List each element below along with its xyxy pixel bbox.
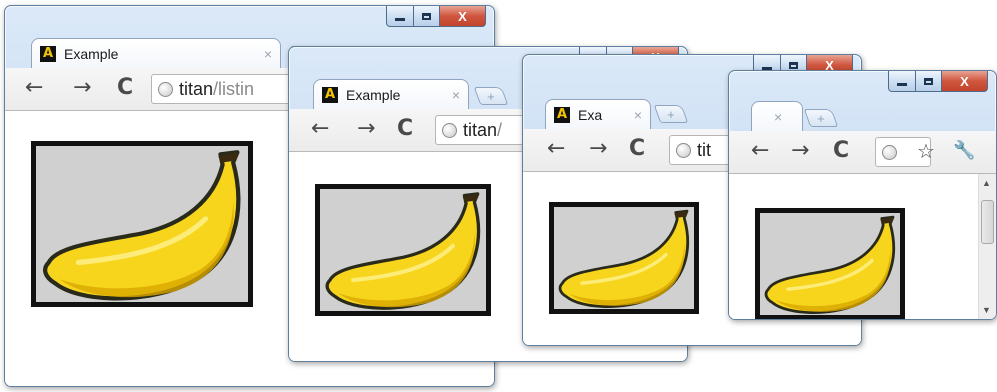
url-host: tit [697,139,712,160]
tab-example[interactable]: A Exa × [545,99,651,129]
tab-untitled[interactable]: × [751,101,803,131]
maximize-button[interactable] [414,6,440,27]
banana-image [315,184,491,316]
maximize-icon [422,12,431,20]
new-tab-button[interactable]: + [473,87,509,105]
url-host: titan [463,119,498,140]
browser-window-4: X × + ← → C ☆ 🔧 ▲ ▼ [728,70,997,320]
new-tab-button[interactable]: + [803,109,839,127]
reload-icon[interactable]: C [117,76,133,100]
minimize-icon [897,82,907,86]
toolbar: ← → C ☆ 🔧 [729,131,996,174]
vertical-scrollbar[interactable]: ▲ ▼ [978,174,996,319]
tab-title: Example [346,86,401,103]
reload-icon[interactable]: C [397,117,413,141]
url-host: titan [179,78,214,99]
globe-icon [882,144,897,160]
scroll-down-icon[interactable]: ▼ [982,305,991,315]
banana-icon [320,189,486,311]
site-favicon-icon: A [322,86,338,103]
url-path: /listin [213,78,255,99]
maximize-icon [924,77,933,85]
scroll-up-icon[interactable]: ▲ [982,178,991,188]
banana-icon [554,207,694,309]
banana-icon [760,213,900,315]
reload-icon[interactable]: C [833,139,849,163]
globe-icon [442,122,457,138]
back-icon[interactable]: ← [311,117,329,141]
banana-icon [36,146,248,302]
new-tab-button[interactable]: + [653,105,689,123]
scrollbar-thumb[interactable] [981,200,994,244]
back-icon[interactable]: ← [751,139,769,163]
tab-close-icon[interactable]: × [264,46,272,62]
forward-icon[interactable]: → [589,137,607,161]
reload-icon[interactable]: C [629,137,645,161]
close-button[interactable]: X [440,6,486,27]
minimize-button[interactable] [386,6,414,27]
maximize-icon [789,61,798,69]
tab-title: Example [64,45,119,62]
banana-image [31,141,253,307]
forward-icon[interactable]: → [73,76,91,100]
wrench-icon[interactable]: 🔧 [953,139,975,163]
minimize-icon [395,17,405,21]
forward-icon[interactable]: → [357,117,375,141]
banana-image [549,202,699,314]
page-content: ▲ ▼ [729,174,996,319]
star-icon[interactable]: ☆ [917,139,935,163]
tab-example[interactable]: A Example × [313,79,469,109]
globe-icon [676,142,691,158]
site-favicon-icon: A [40,45,56,62]
window-controls: X [386,6,486,27]
window-controls: X [888,71,988,92]
tab-example[interactable]: A Example × [31,38,281,68]
site-favicon-icon: A [554,106,570,123]
banana-image [755,208,905,319]
back-icon[interactable]: ← [547,137,565,161]
tab-close-icon[interactable]: × [634,107,642,123]
url-path: / [497,119,503,140]
back-icon[interactable]: ← [25,76,43,100]
globe-icon [158,81,173,97]
maximize-button[interactable] [916,71,942,92]
tab-close-icon[interactable]: × [774,109,782,125]
tab-close-icon[interactable]: × [452,87,460,103]
forward-icon[interactable]: → [791,139,809,163]
close-button[interactable]: X [942,71,988,92]
minimize-button[interactable] [888,71,916,92]
tab-title: Exa [578,106,603,123]
